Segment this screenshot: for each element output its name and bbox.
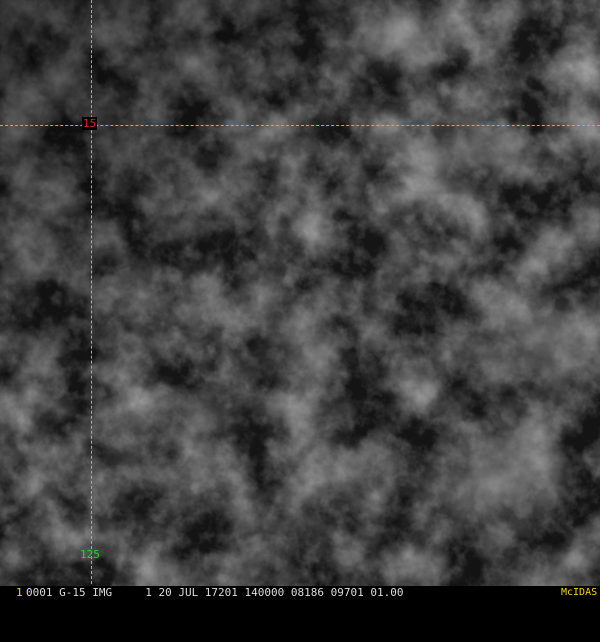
frame-number: 1 xyxy=(16,586,23,599)
longitude-grid-line xyxy=(91,0,92,584)
image-header-info: 0001 G-15 IMG 1 20 JUL 17201 140000 0818… xyxy=(26,586,404,599)
mcidas-brand-label: McIDAS xyxy=(561,587,598,598)
satellite-image-viewport[interactable]: 15 125 xyxy=(0,0,600,600)
cloud-imagery xyxy=(0,0,600,600)
image-status-bar: 1 0001 G-15 IMG 1 20 JUL 17201 140000 08… xyxy=(0,586,600,600)
latitude-label: 15 xyxy=(82,117,98,130)
longitude-label: 125 xyxy=(80,548,100,561)
